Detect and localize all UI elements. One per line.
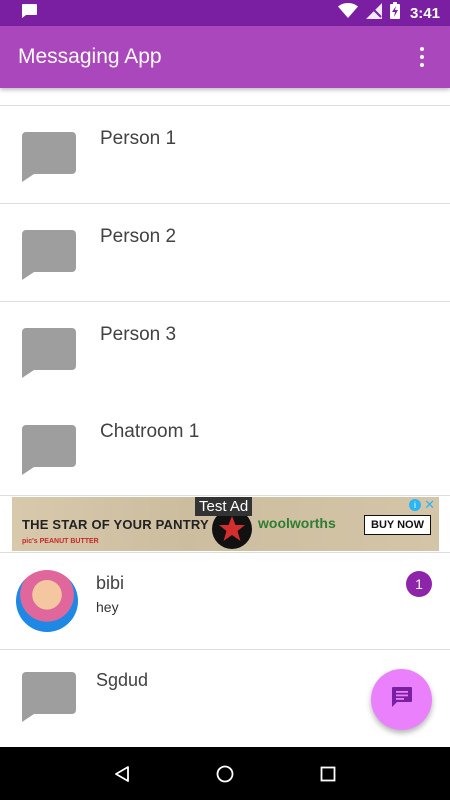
chat-bubble-icon [22,230,76,280]
avatar [16,570,78,632]
app-title: Messaging App [18,45,162,68]
ad-label: Test Ad [195,497,253,516]
ad-buy-now-button[interactable]: BUY NOW [364,515,431,535]
conversation-name: bibi [96,573,125,593]
new-message-button[interactable] [371,669,432,730]
conversation-name: Person 2 [100,226,177,247]
conversation-item-chatroom-1[interactable]: Chatroom 1 [0,399,450,496]
chat-bubble-icon [22,672,76,722]
home-icon[interactable] [210,759,240,789]
new-message-icon [390,685,414,714]
ad-subtext: pic's PEANUT BUTTER [22,538,99,545]
ad-headline: THE STAR OF YOUR PANTRY [22,517,209,532]
status-bar: 3:41 [0,0,450,26]
no-signal-icon [365,2,382,24]
battery-charging-icon [389,2,400,24]
status-time: 3:41 [409,4,440,22]
ad-close-icon[interactable]: ✕ [424,497,435,513]
app-bar: Messaging App [0,26,450,88]
chat-bubble-icon [22,132,76,182]
conversation-name: Person 1 [100,128,177,149]
message-notification-icon [20,3,38,24]
conversation-item-person-3[interactable]: Person 3 [0,302,450,400]
chat-bubble-icon [22,328,76,378]
conversation-name: Sgdud [96,670,149,690]
conversation-list[interactable]: Person 1 Person 2 Person 3 Chatroom 1 TH… [0,88,450,747]
overflow-menu-icon[interactable] [412,43,432,71]
conversation-item-bibi[interactable]: bibi hey 1 [0,552,450,650]
conversation-name: Chatroom 1 [100,421,200,442]
conversation-item-person-1[interactable]: Person 1 [0,106,450,204]
conversation-item-person-2[interactable]: Person 2 [0,204,450,302]
wifi-icon [337,2,358,24]
message-preview: hey [96,599,119,615]
navigation-bar [0,747,450,800]
recents-icon[interactable] [313,759,343,789]
conversation-name: Person 3 [100,324,177,345]
ad-info-icon[interactable]: i [409,499,421,511]
ad-brand: woolworths [258,515,336,531]
back-icon[interactable] [107,759,137,789]
unread-badge: 1 [406,571,432,597]
ad-banner[interactable]: THE STAR OF YOUR PANTRY pic's PEANUT BUT… [12,497,439,551]
chat-bubble-icon [22,425,76,475]
